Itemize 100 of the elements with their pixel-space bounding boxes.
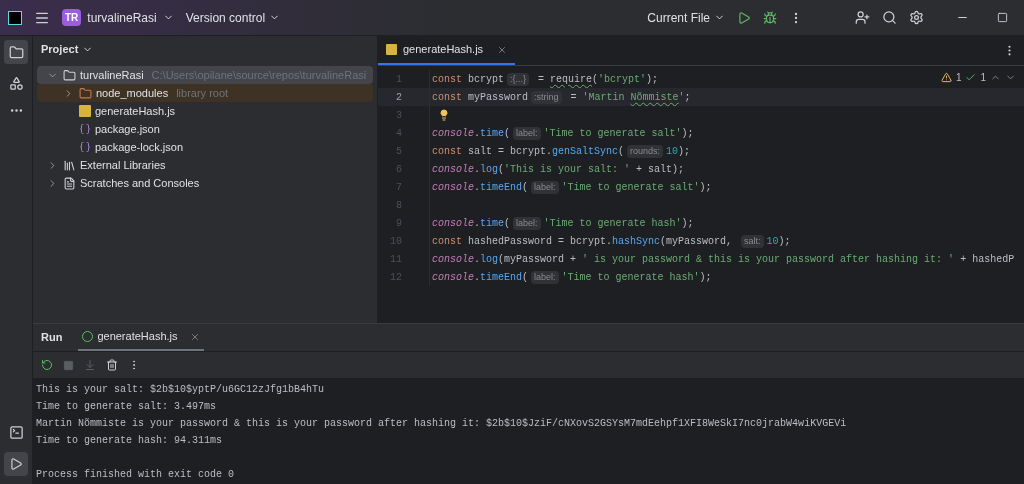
maximize-icon[interactable] <box>997 12 1008 23</box>
structure-icon[interactable] <box>8 76 24 91</box>
tree-item[interactable]: External Libraries <box>37 156 373 174</box>
code-token: = <box>569 90 578 105</box>
tree-item[interactable]: generateHash.js <box>37 102 373 120</box>
javascript-file-icon <box>386 44 397 55</box>
code-token: ( <box>592 72 599 87</box>
search-icon[interactable] <box>882 10 897 25</box>
project-initials: TR <box>62 9 82 26</box>
code-token: timeEnd <box>480 270 523 285</box>
tree-item-label: Scratches and Consoles <box>80 175 200 191</box>
warning-count: 1 <box>955 71 962 85</box>
inlay-hint: label: <box>531 270 559 284</box>
tree-item[interactable]: package.json <box>37 120 373 138</box>
code-token: ' <box>678 90 685 105</box>
project-selector[interactable]: TR turvalineRasi <box>62 8 174 27</box>
code-token: ); <box>699 270 712 285</box>
inlay-hint: label: <box>513 126 541 140</box>
code-token: myPassword <box>468 90 529 105</box>
close-icon[interactable] <box>189 331 200 342</box>
code-token: 10 <box>666 144 679 159</box>
lightbulb-icon[interactable] <box>438 109 450 121</box>
scratches-icon <box>63 176 76 190</box>
code-token: bcrypt <box>468 72 505 87</box>
code-token: 10 <box>766 234 779 249</box>
code-token: 'bcrypt' <box>598 72 647 87</box>
code-token: . <box>474 270 481 285</box>
code-token: ( <box>504 126 511 141</box>
project-panel-title[interactable]: Project <box>37 36 373 62</box>
code-token: Nõmmiste <box>630 90 679 105</box>
code-token: ); <box>699 180 712 195</box>
code-token: hashSync <box>612 234 661 249</box>
code-token: console <box>432 126 474 141</box>
console-line: Time to generate hash: 94.311ms <box>36 434 223 448</box>
services-icon[interactable] <box>8 425 24 440</box>
run-icon <box>9 457 23 471</box>
code-token: . <box>474 252 481 267</box>
code-token: ); <box>678 144 691 159</box>
console-line: Martin Nõmmiste is your password & this is your password after hashing it: $2b$10$JziF/cNXovS2GSYsM7mdEehpf1XFI8WeSkI7nc0jrabW4wiKVGEVi <box>36 417 847 431</box>
code-token: + salt); <box>635 162 685 177</box>
code-token: ( <box>498 162 505 177</box>
tree-item-hint: library root <box>176 85 229 101</box>
code-token: const <box>432 144 463 159</box>
braces-icon <box>79 141 91 153</box>
code-token: const <box>432 90 463 105</box>
inlay-hint: label: <box>531 180 559 194</box>
check-count: 1 <box>980 71 986 85</box>
inspection-widget[interactable]: 1 1 <box>940 70 1016 85</box>
code-token: console <box>432 216 474 231</box>
close-icon[interactable] <box>497 44 508 55</box>
folder-icon <box>8 44 24 60</box>
code-token: console <box>432 252 474 267</box>
tree-item[interactable]: package-lock.json <box>37 138 373 156</box>
inlay-hint: label: <box>513 216 541 230</box>
code-token: 'Martin <box>582 90 626 105</box>
tree-item-label: turvalineRasi <box>80 67 144 83</box>
code-token: (myPassword + <box>498 252 578 267</box>
code-token: require <box>550 72 593 87</box>
code-token: time <box>480 216 505 231</box>
app-logo-icon <box>8 10 22 25</box>
settings-icon[interactable] <box>909 10 924 25</box>
run-tool-button[interactable] <box>4 452 28 476</box>
tree-item[interactable]: Scratches and Consoles <box>37 174 373 192</box>
tree-item-label: package.json <box>95 121 160 137</box>
folder-icon <box>63 68 76 82</box>
bug-icon[interactable] <box>763 10 777 25</box>
braces-icon <box>79 123 91 135</box>
tree-item-label: node_modules <box>96 85 169 101</box>
code-token: . <box>474 216 481 231</box>
tree-item-label: External Libraries <box>80 157 166 173</box>
code-token: const <box>432 234 463 249</box>
trash-icon[interactable] <box>106 359 118 371</box>
code-token: ); <box>681 126 694 141</box>
add-user-icon[interactable] <box>855 10 870 25</box>
code-token: ( <box>522 180 529 195</box>
code-token: . <box>474 180 481 195</box>
code-token: + hashedP <box>959 252 1015 267</box>
code-token: ; <box>684 90 691 105</box>
code-token: console <box>432 270 474 285</box>
run-icon[interactable] <box>737 10 751 25</box>
line-number: 2 <box>395 90 403 105</box>
code-token: ' is your password & this is your password after hashing it: ' <box>582 252 955 267</box>
code-token: hashedPassword = bcrypt. <box>468 234 613 249</box>
code-token: ); <box>646 72 659 87</box>
inlay-hint: rounds: <box>627 144 664 158</box>
library-icon <box>63 158 76 172</box>
project-tool-button[interactable] <box>4 40 28 64</box>
run-configuration-selector[interactable]: Current File <box>647 8 725 27</box>
code-token: ); <box>778 234 791 249</box>
code-token: 'This is your salt: ' <box>504 162 631 177</box>
console-line: Time to generate salt: 3.497ms <box>36 400 217 414</box>
javascript-file-icon <box>79 105 91 117</box>
vcs-menu[interactable]: Version control <box>185 8 281 27</box>
editor-tab[interactable]: generateHash.js <box>378 36 516 65</box>
rerun-icon[interactable] <box>41 359 53 371</box>
tree-item[interactable]: node_modules library root <box>37 84 373 102</box>
warning-icon <box>940 72 952 83</box>
inlay-hint: :{...} <box>507 72 530 86</box>
code-token: 'Time to generate hash' <box>561 270 700 285</box>
code-token: ( <box>522 270 529 285</box>
